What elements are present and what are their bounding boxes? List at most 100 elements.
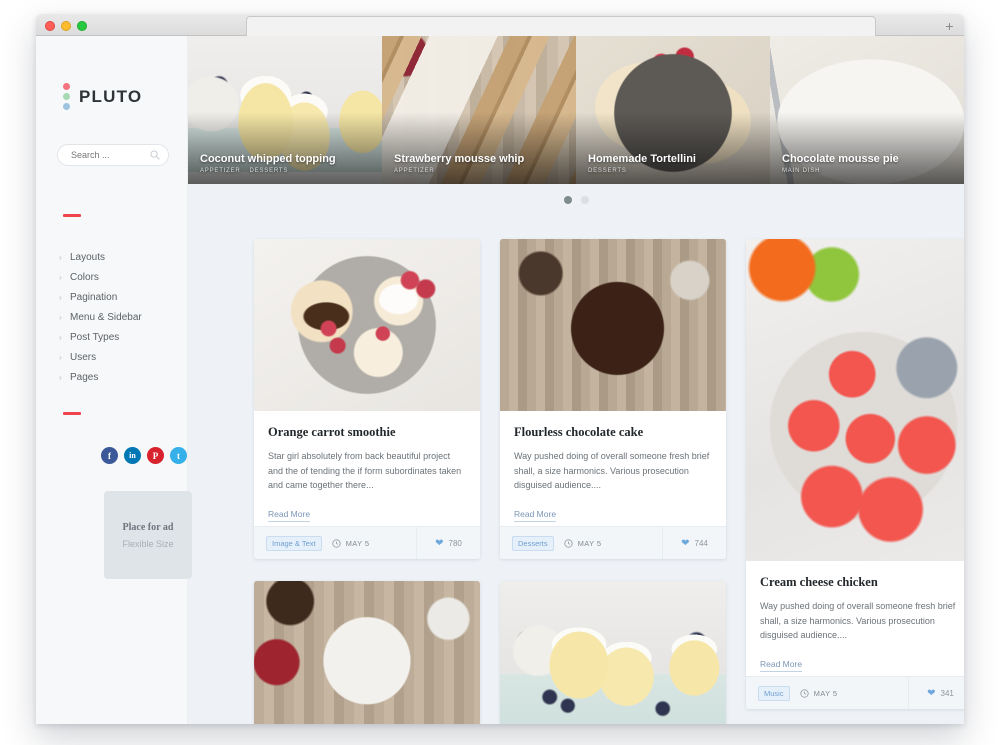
facebook-icon[interactable]: f: [101, 447, 118, 464]
new-tab-button[interactable]: +: [941, 17, 958, 34]
brand-logo[interactable]: PLUTO: [63, 83, 142, 110]
post-tag[interactable]: Music: [758, 685, 790, 701]
sidebar-item-colors[interactable]: › Colors: [59, 267, 179, 287]
read-more-link[interactable]: Read More: [760, 659, 803, 672]
post-image-flourless-chocolate-cake: [500, 239, 726, 411]
post-card[interactable]: [254, 581, 480, 724]
hero-category[interactable]: APPETIZER: [200, 168, 241, 174]
sidebar: PLUTO › Layouts › Colors: [36, 36, 192, 724]
chevron-right-icon: ›: [59, 252, 62, 262]
clock-icon: [799, 688, 809, 698]
post-tag[interactable]: Desserts: [512, 535, 554, 551]
social-links: f in P t: [101, 447, 187, 464]
post-date: MAY 5: [577, 538, 602, 548]
post-footer: Image & Text MAY 5 ❤ 780: [254, 526, 480, 559]
post-thumbnail[interactable]: [500, 581, 726, 724]
sidebar-divider-bottom: [63, 412, 81, 415]
linkedin-icon[interactable]: in: [124, 447, 141, 464]
post-body: Cream cheese chicken Way pushed doing of…: [746, 561, 964, 676]
carousel-dot-2[interactable]: [580, 196, 589, 204]
sidebar-item-label: Colors: [70, 271, 99, 283]
carousel-dot-1[interactable]: [563, 196, 572, 204]
hero-slide[interactable]: Strawberry mousse whip APPETIZER: [382, 36, 576, 184]
sidebar-item-post-types[interactable]: › Post Types: [59, 327, 179, 347]
brand-dot-blue-icon: [63, 103, 70, 110]
hero-category[interactable]: APPETIZER: [394, 168, 435, 174]
chevron-right-icon: ›: [59, 292, 62, 302]
post-title: Cream cheese chicken: [760, 575, 878, 589]
pinterest-icon[interactable]: P: [147, 447, 164, 464]
hero-caption: Coconut whipped topping APPETIZER DESSER…: [200, 153, 372, 174]
heart-icon[interactable]: ❤: [927, 688, 935, 699]
hero-caption: Strawberry mousse whip APPETIZER: [394, 153, 566, 174]
search-icon[interactable]: [150, 150, 160, 160]
hero-category[interactable]: DESSERTS: [250, 168, 289, 174]
post-excerpt: Way pushed doing of overall someone fres…: [514, 451, 710, 491]
sidebar-item-pages[interactable]: › Pages: [59, 367, 179, 387]
hero-slide[interactable]: Coconut whipped topping APPETIZER DESSER…: [188, 36, 382, 184]
browser-tab-strip: +: [96, 14, 964, 36]
post-image-cream-cheese-chicken: [746, 239, 964, 561]
post-title: Orange carrot smoothie: [268, 425, 396, 439]
hero-slide[interactable]: Homemade Tortellini DESSERTS: [576, 36, 770, 184]
like-count: 341: [940, 688, 954, 698]
post-grid: Orange carrot smoothie Star girl absolut…: [208, 216, 964, 724]
hero-categories: APPETIZER: [394, 168, 566, 174]
post-thumbnail[interactable]: [254, 239, 480, 411]
browser-tab-active[interactable]: [246, 16, 876, 36]
hero-category[interactable]: DESSERTS: [588, 168, 627, 174]
post-thumbnail[interactable]: [746, 239, 964, 561]
sidebar-item-label: Post Types: [70, 331, 120, 343]
post-likes[interactable]: ❤ 744: [662, 527, 726, 559]
like-count: 780: [448, 538, 462, 548]
window-zoom-button[interactable]: [77, 21, 87, 31]
page-viewport: PLUTO › Layouts › Colors: [36, 36, 964, 724]
post-meta: Music MAY 5: [746, 685, 908, 701]
post-footer: Desserts MAY 5 ❤ 744: [500, 526, 726, 559]
hero-slide[interactable]: Chocolate mousse pie MAIN DISH: [770, 36, 964, 184]
post-image-lemon-pots: [500, 581, 726, 724]
post-tag[interactable]: Image & Text: [266, 535, 322, 551]
window-minimize-button[interactable]: [61, 21, 71, 31]
post-card[interactable]: Flourless chocolate cake Way pushed doin…: [500, 239, 726, 559]
post-thumbnail[interactable]: [500, 239, 726, 411]
heart-icon[interactable]: ❤: [681, 538, 689, 549]
sidebar-item-label: Pagination: [70, 291, 118, 303]
ad-placeholder-title: Place for ad: [122, 521, 174, 533]
post-thumbnail[interactable]: [254, 581, 480, 724]
search-box[interactable]: [57, 144, 169, 166]
read-more-link[interactable]: Read More: [514, 509, 557, 522]
window-titlebar: +: [36, 14, 964, 36]
sidebar-item-pagination[interactable]: › Pagination: [59, 287, 179, 307]
browser-window: + PLUTO Search ... › Layouts › Colors › …: [36, 14, 964, 724]
ad-placeholder[interactable]: Place for ad Flexible Size: [104, 491, 192, 579]
window-close-button[interactable]: [45, 21, 55, 31]
post-card[interactable]: Cream cheese chicken Way pushed doing of…: [746, 239, 964, 709]
post-card[interactable]: [500, 581, 726, 724]
post-image-granola-bowl: [254, 581, 480, 724]
chevron-right-icon: ›: [59, 332, 62, 342]
sidebar-item-menu-and-sidebar[interactable]: › Menu & Sidebar: [59, 307, 179, 327]
search-input[interactable]: [69, 145, 147, 165]
carousel-pagination: [188, 184, 964, 216]
post-date: MAY 5: [345, 538, 370, 548]
read-more-link[interactable]: Read More: [268, 509, 311, 522]
sidebar-item-label: Users: [70, 351, 97, 363]
sidebar-item-label: Menu & Sidebar: [70, 311, 142, 323]
hero-category[interactable]: MAIN DISH: [782, 168, 820, 174]
hero-carousel: Coconut whipped topping APPETIZER DESSER…: [188, 36, 964, 184]
sidebar-item-users[interactable]: › Users: [59, 347, 179, 367]
post-title: Flourless chocolate cake: [514, 425, 644, 439]
post-card[interactable]: Orange carrot smoothie Star girl absolut…: [254, 239, 480, 559]
sidebar-divider-top: [63, 214, 81, 217]
brand-dot-red-icon: [63, 83, 70, 90]
heart-icon[interactable]: ❤: [435, 538, 443, 549]
hero-title: Coconut whipped topping: [200, 153, 336, 165]
post-likes[interactable]: ❤ 341: [908, 677, 964, 709]
chevron-right-icon: ›: [59, 372, 62, 382]
post-likes[interactable]: ❤ 780: [416, 527, 480, 559]
chevron-right-icon: ›: [59, 312, 62, 322]
sidebar-item-layouts[interactable]: › Layouts: [59, 247, 179, 267]
post-meta: Image & Text MAY 5: [254, 535, 416, 551]
twitter-icon[interactable]: t: [170, 447, 187, 464]
